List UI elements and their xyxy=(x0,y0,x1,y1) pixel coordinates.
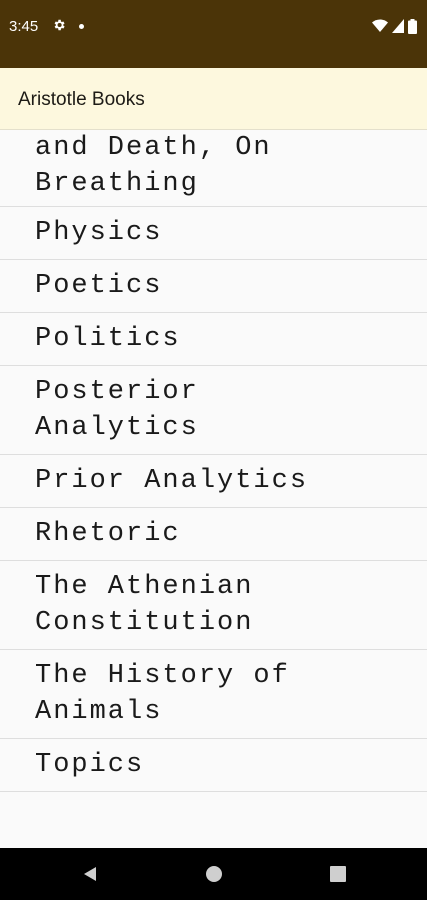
list-item[interactable]: and Death, On Breathing xyxy=(0,130,427,207)
recents-icon[interactable] xyxy=(328,864,348,884)
status-time: 3:45 xyxy=(9,18,39,35)
signal-icon xyxy=(392,19,404,33)
list-item[interactable]: Prior Analytics xyxy=(0,455,427,508)
wifi-icon xyxy=(372,19,388,32)
book-title: The Athenian Constitution xyxy=(35,572,254,638)
system-nav-bar xyxy=(0,848,427,900)
book-list-content: and Death, On Breathing Physics Poetics … xyxy=(0,130,427,792)
notification-dot-icon xyxy=(79,24,84,29)
status-bar: 3:45 xyxy=(0,0,427,68)
book-title: The History of Animals xyxy=(35,661,290,727)
list-item[interactable]: Rhetoric xyxy=(0,508,427,561)
battery-icon xyxy=(408,18,417,34)
list-item[interactable]: Politics xyxy=(0,313,427,366)
list-item[interactable]: Posterior Analytics xyxy=(0,366,427,455)
book-title: Politics xyxy=(35,324,181,354)
gear-icon xyxy=(54,19,65,31)
book-title: Rhetoric xyxy=(35,519,181,549)
book-title: Physics xyxy=(35,218,163,248)
list-item[interactable]: The History of Animals xyxy=(0,650,427,739)
app-bar: Aristotle Books xyxy=(0,68,427,130)
book-title: Prior Analytics xyxy=(35,466,309,496)
back-icon[interactable] xyxy=(80,864,100,884)
book-title: and Death, On Breathing xyxy=(35,133,272,199)
book-list[interactable]: and Death, On Breathing Physics Poetics … xyxy=(0,130,427,848)
page-title: Aristotle Books xyxy=(18,89,145,110)
book-title: Topics xyxy=(35,750,145,780)
list-item[interactable]: Physics xyxy=(0,207,427,260)
list-item[interactable]: The Athenian Constitution xyxy=(0,561,427,650)
book-title: Posterior Analytics xyxy=(35,377,199,443)
list-item[interactable]: Topics xyxy=(0,739,427,792)
status-icons xyxy=(372,18,417,34)
home-icon[interactable] xyxy=(204,864,224,884)
list-item[interactable]: Poetics xyxy=(0,260,427,313)
book-title: Poetics xyxy=(35,271,163,301)
